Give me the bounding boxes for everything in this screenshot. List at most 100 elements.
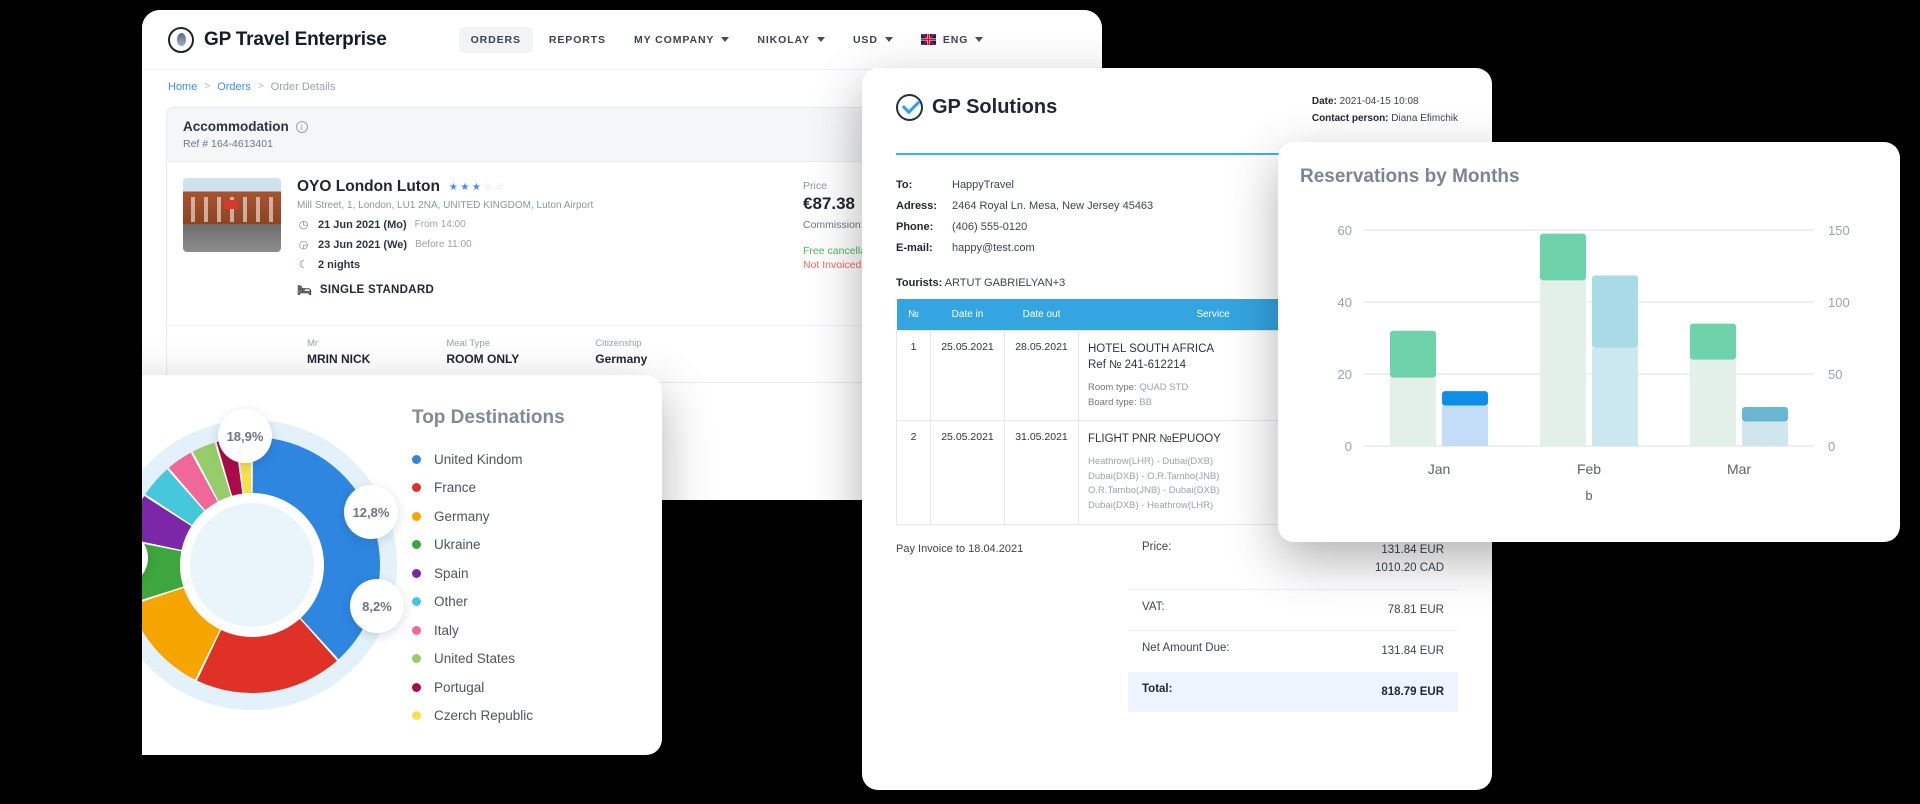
cell-date-in: 25.05.2021 <box>930 329 1005 422</box>
total-label: VAT: <box>1142 600 1165 613</box>
legend-item[interactable]: United Kindom <box>412 445 642 474</box>
bar-left-Feb-base[interactable] <box>1540 280 1586 446</box>
field-label: Mr <box>307 338 319 349</box>
legend-item[interactable]: Italy <box>412 616 642 645</box>
bar-right-Jan-base[interactable] <box>1442 405 1488 446</box>
nav-label: USD <box>852 33 878 46</box>
gp-solutions-logo: GP Solutions <box>896 94 1057 121</box>
reservations-bar-chart: 0 20 40 60 0 50 100 150 Jan Feb Mar <box>1338 223 1850 477</box>
bar-right-Jan-top[interactable] <box>1442 391 1488 406</box>
legend-label: Portugal <box>434 679 485 695</box>
nav-item-my-company[interactable]: MY COMPANY <box>622 27 741 53</box>
check-out-row: ◶ 23 Jun 2021 (We) Before 11:00 <box>297 238 787 252</box>
total-label: Price: <box>1142 541 1172 554</box>
left-tick-label: 20 <box>1338 367 1352 382</box>
hotel-thumbnail <box>183 178 281 252</box>
nav-label: REPORTS <box>548 33 606 46</box>
bar-right-Mar-base[interactable] <box>1742 421 1788 446</box>
legend-label: United States <box>434 651 516 667</box>
room-type-row: 🛏 SINGLE STANDARD <box>297 283 787 297</box>
legend-item[interactable]: Spain <box>412 559 642 588</box>
globe-icon <box>168 26 194 53</box>
chart-bars <box>1390 233 1788 446</box>
card-title: Accommodation <box>183 119 289 134</box>
tourists-label: Tourists: <box>896 276 943 289</box>
reservations-chart-widget: Reservations by Months 0 20 40 60 0 50 100 150… <box>1278 142 1900 542</box>
legend-label: United Kindom <box>434 451 523 467</box>
legend-item[interactable]: United States <box>412 645 642 674</box>
top-destinations-widget: 18,9% 12,8% 38,3% 8,2% Top Destinations … <box>72 375 662 755</box>
moon-icon: ☾ <box>298 259 309 271</box>
nav-item-reports[interactable]: REPORTS <box>537 27 618 53</box>
left-tick-label: 0 <box>1345 439 1352 454</box>
nav-label: NIKOLAY <box>757 33 810 46</box>
legend-label: Germany <box>434 508 490 524</box>
legend-item[interactable]: Portugal <box>412 673 642 702</box>
col-date-in: Date in <box>930 298 1005 331</box>
bar-right-Feb-base[interactable] <box>1592 347 1638 446</box>
legend-color-dot <box>412 625 421 635</box>
breadcrumb-current: Order Details <box>270 80 336 93</box>
legend-list: United Kindom France Germany Ukraine Spain Ot… <box>412 445 642 730</box>
bar-left-Jan-base[interactable] <box>1390 377 1436 446</box>
field-value: happy@test.com <box>952 241 1035 254</box>
footer-field-guest: Mr MRIN NICK <box>307 338 370 366</box>
app-header: GP Travel Enterprise ORDERS REPORTS MY C… <box>142 10 1102 70</box>
left-tick-label: 60 <box>1338 223 1352 238</box>
breadcrumb-orders[interactable]: Orders <box>217 81 251 93</box>
chart-legend: Top Destinations United Kindom France Germ… <box>412 401 642 729</box>
bar-left-Mar-base[interactable] <box>1690 359 1736 446</box>
field-value: Germany <box>595 352 648 366</box>
legend-item[interactable]: Germany <box>412 502 642 531</box>
legend-label: Other <box>434 594 468 610</box>
field-label: To: <box>896 179 913 191</box>
bar-left-Feb-top[interactable] <box>1540 233 1586 281</box>
legend-color-dot <box>412 597 421 607</box>
field-label: Meal Type <box>446 338 490 349</box>
footer-field-citizenship: Citizenship Germany <box>595 338 647 366</box>
field-label: Citizenship <box>595 338 642 349</box>
legend-item[interactable]: Czerch Republic <box>412 702 642 731</box>
nav-item-orders[interactable]: ORDERS <box>458 26 533 53</box>
star-rating: ★★★☆☆ <box>448 181 507 193</box>
chevron-down-icon <box>884 37 893 42</box>
legend-item[interactable]: Other <box>412 588 642 617</box>
field-value: (406) 555-0120 <box>952 220 1028 233</box>
legend-label: Czerch Republic <box>434 708 534 724</box>
invoice-date-row: Date: 2021-04-15 10:08 <box>1312 94 1458 111</box>
total-row: Net Amount Due: 131.84 EUR <box>1128 630 1458 671</box>
legend-label: Italy <box>434 622 459 638</box>
field-value: ROOM ONLY <box>446 352 520 366</box>
nav-item-language[interactable]: ENG <box>909 27 995 53</box>
breadcrumb-home[interactable]: Home <box>168 81 197 93</box>
nav-label: ORDERS <box>470 33 521 46</box>
legend-item[interactable]: Ukraine <box>412 531 642 560</box>
nav-item-user[interactable]: NIKOLAY <box>745 27 837 53</box>
bg-right <box>1900 0 1920 804</box>
brand-name: GP Travel Enterprise <box>204 28 387 50</box>
field-label: Phone: <box>896 220 934 233</box>
right-tick-label: 100 <box>1828 295 1850 310</box>
legend-color-dot <box>412 682 421 692</box>
nav-item-currency[interactable]: USD <box>841 27 905 53</box>
total-values: 131.84 EUR <box>1381 645 1444 658</box>
info-icon[interactable]: i <box>295 120 308 133</box>
check-circle-icon <box>896 94 923 121</box>
bar-right-Feb-top[interactable] <box>1592 275 1638 348</box>
bar-left-Mar-top[interactable] <box>1690 323 1736 360</box>
nights-value: 2 nights <box>318 258 361 271</box>
col-no: № <box>896 298 931 331</box>
cell-no: 2 <box>896 420 931 525</box>
main-nav: ORDERS REPORTS MY COMPANY NIKOLAY USD EN… <box>458 26 996 53</box>
legend-item[interactable]: France <box>412 474 642 503</box>
total-values: 131.84 EUR 1010.20 CAD <box>1374 544 1444 575</box>
bar-right-Mar-top[interactable] <box>1742 407 1788 422</box>
bg-left <box>0 0 142 804</box>
field-value: HappyTravel <box>952 179 1014 191</box>
left-tick-label: 40 <box>1338 295 1352 310</box>
screenshot-stage: GP Travel Enterprise ORDERS REPORTS MY C… <box>0 0 1920 804</box>
category-label: Mar <box>1727 461 1751 477</box>
bar-left-Jan-top[interactable] <box>1390 330 1436 378</box>
brand-logo[interactable]: GP Travel Enterprise <box>168 26 387 53</box>
hotel-name[interactable]: OYO London Luton <box>297 178 440 196</box>
